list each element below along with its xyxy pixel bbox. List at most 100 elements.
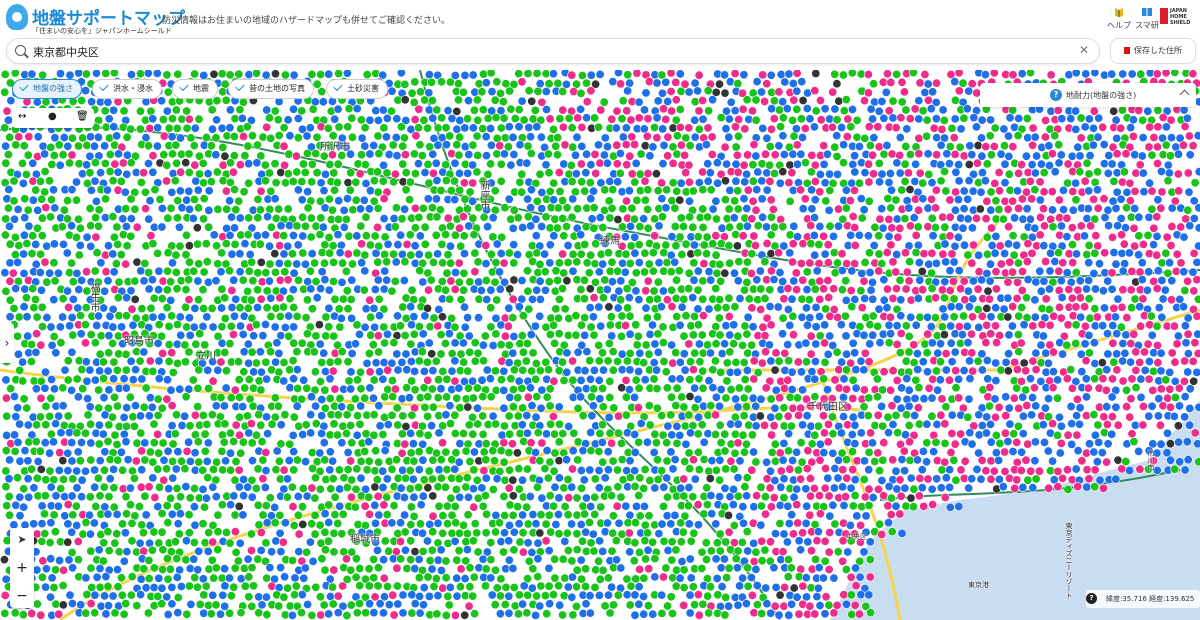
ground-strength-dot (958, 78, 968, 88)
address-search-input[interactable] (31, 42, 1075, 61)
ground-strength-dot (766, 394, 776, 404)
ground-strength-dot (731, 394, 741, 404)
ground-strength-dot (672, 131, 682, 141)
ground-strength-dot (243, 286, 253, 296)
ground-strength-dot (1161, 140, 1171, 150)
help-button[interactable]: ヘルプ (1106, 6, 1132, 31)
ground-strength-dot (650, 231, 660, 241)
ground-strength-dot (311, 419, 321, 429)
ground-strength-dot (9, 196, 19, 206)
ground-strength-dot (878, 421, 888, 431)
ground-strength-dot (299, 375, 309, 385)
ground-strength-dot (989, 466, 999, 476)
ground-strength-dot (1118, 266, 1128, 276)
ground-strength-dot (320, 366, 330, 376)
ground-strength-dot (454, 168, 464, 178)
ground-strength-dot (162, 176, 172, 186)
ground-strength-dot (248, 456, 258, 466)
ground-strength-dot (600, 133, 610, 143)
ground-strength-dot (590, 113, 600, 123)
ground-strength-dot (227, 249, 237, 259)
ground-strength-dot (243, 303, 253, 313)
ground-strength-dot (325, 393, 335, 403)
saved-addresses-button[interactable]: 保存した住所 (1110, 38, 1196, 64)
ground-strength-dot (389, 214, 399, 224)
ground-strength-dot (1084, 240, 1094, 250)
ground-strength-dot (750, 241, 760, 251)
ground-strength-dot (1176, 222, 1186, 232)
ground-strength-dot (247, 347, 257, 357)
ground-strength-dot (298, 212, 308, 222)
ground-strength-dot (356, 473, 366, 483)
ground-strength-dot (136, 411, 146, 421)
ground-strength-dot (865, 268, 875, 278)
ground-strength-dot (46, 142, 56, 152)
ground-strength-dot (1, 158, 11, 168)
ground-strength-dot (364, 456, 374, 466)
japan-home-shield-logo[interactable]: JAPAN HOME SHIELD (1160, 6, 1194, 30)
map-canvas[interactable] (0, 70, 1200, 620)
ground-strength-dot (146, 106, 156, 116)
ground-strength-dot (576, 465, 586, 475)
ground-strength-dot (14, 349, 23, 359)
ground-strength-dot (684, 87, 694, 97)
ground-strength-dot (788, 79, 798, 88)
ground-strength-dot (1023, 275, 1033, 285)
close-icon[interactable]: ✕ (1079, 43, 1089, 57)
ground-strength-dot (661, 367, 671, 377)
ground-strength-dot (1090, 374, 1100, 384)
ground-strength-dot (20, 213, 30, 223)
ground-strength-dot (386, 106, 396, 116)
ground-strength-dot (67, 133, 77, 143)
ground-strength-dot (365, 149, 375, 159)
ground-strength-dot (1174, 149, 1184, 159)
ground-strength-dot (776, 122, 786, 132)
ground-strength-dot (438, 258, 448, 268)
ground-strength-dot (1005, 257, 1015, 267)
ground-strength-dot (958, 223, 968, 233)
ground-strength-dot (974, 250, 984, 260)
ground-strength-dot (658, 104, 668, 114)
ground-strength-dot (887, 401, 897, 411)
ground-strength-dot (443, 106, 453, 116)
ground-strength-dot (112, 365, 122, 375)
hazard-map[interactable]: 所沢市 新座市 練馬 福生市 昭島市 立川 稲城市 千代田区 中央区 東京港 東… (0, 70, 1200, 620)
ground-strength-dot (58, 456, 68, 466)
ground-strength-dot (264, 168, 274, 178)
ground-strength-dot (729, 339, 739, 349)
ground-strength-dot (685, 464, 695, 474)
ground-strength-dot (567, 70, 577, 80)
ground-strength-dot (973, 141, 983, 151)
ground-strength-dot (982, 303, 992, 313)
ground-strength-dot (643, 169, 653, 179)
address-search-bar[interactable]: ✕ (6, 38, 1100, 64)
ground-strength-dot (1013, 131, 1023, 141)
ground-strength-dot (190, 448, 200, 458)
ground-strength-dot (468, 213, 478, 223)
ground-strength-dot (1071, 106, 1081, 116)
ground-strength-dot (243, 230, 253, 240)
ground-strength-dot (434, 375, 444, 385)
ground-strength-dot (203, 169, 213, 179)
ground-strength-dot (1180, 356, 1190, 366)
ground-strength-dot (231, 457, 241, 467)
ground-strength-dot (721, 464, 731, 474)
ground-strength-dot (850, 475, 860, 485)
ground-strength-dot (101, 122, 111, 132)
sumaken-button[interactable]: スマ研 (1134, 6, 1160, 31)
ground-strength-dot (985, 276, 995, 286)
ground-strength-dot (339, 222, 349, 232)
ground-strength-dot (1050, 131, 1060, 141)
ground-strength-dot (122, 293, 132, 303)
ground-strength-dot (699, 454, 709, 464)
ground-strength-dot (35, 268, 45, 278)
ground-strength-dot (285, 383, 295, 393)
ground-strength-dot (229, 436, 239, 446)
ground-strength-dot (279, 141, 289, 151)
app-logo[interactable]: 地盤サポートマップ 「住まいの安心を」ジャパンホームシールド (6, 4, 185, 35)
ground-strength-dot (708, 95, 718, 105)
ground-strength-dot (888, 419, 898, 429)
ground-strength-dot (991, 231, 1001, 241)
ground-strength-dot (672, 421, 682, 431)
ground-strength-dot (730, 70, 740, 78)
